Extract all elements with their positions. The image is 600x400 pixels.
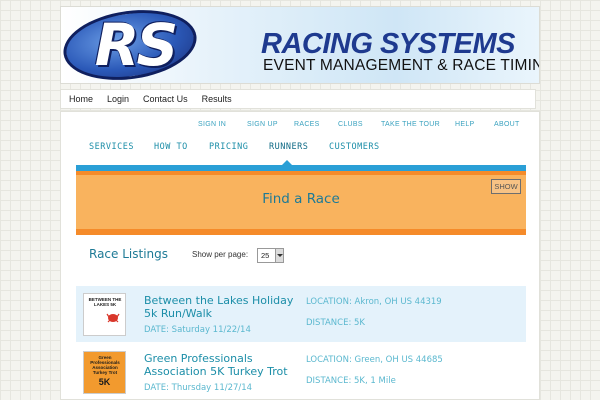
- listings-title: Race Listings: [89, 247, 169, 261]
- link-clubs[interactable]: CLUBS: [338, 121, 363, 128]
- race-date: DATE: Thursday 11/27/14: [144, 383, 253, 393]
- section-nav: SERVICES HOW TO PRICING RUNNERS CUSTOMER…: [61, 142, 539, 156]
- chevron-down-icon[interactable]: [275, 249, 283, 262]
- find-race-banner: Find a Race SHOW: [76, 165, 526, 235]
- tab-services[interactable]: SERVICES: [89, 142, 134, 152]
- tab-how-to[interactable]: HOW TO: [154, 142, 188, 152]
- site-banner[interactable]: RS RACING SYSTEMS EVENT MANAGEMENT & RAC…: [60, 6, 540, 84]
- per-page-select[interactable]: 25: [257, 248, 284, 263]
- brand-title: RACING SYSTEMS: [261, 28, 516, 60]
- nav-home[interactable]: Home: [69, 90, 93, 108]
- link-about[interactable]: ABOUT: [494, 121, 520, 128]
- race-location: LOCATION: Akron, OH US 44319: [306, 297, 442, 307]
- link-sign-up[interactable]: SIGN UP: [247, 121, 278, 128]
- content-panel: SIGN IN SIGN UP RACES CLUBS TAKE THE TOU…: [60, 111, 540, 400]
- thumb-text: BETWEEN THE LAKES 5K: [88, 297, 122, 307]
- race-name-link[interactable]: Between the Lakes Holiday 5k Run/Walk: [144, 294, 304, 320]
- race-name-link[interactable]: Green Professionals Association 5K Turke…: [144, 352, 304, 378]
- hero-title: Find a Race: [262, 191, 340, 207]
- per-page-value: 25: [261, 251, 270, 260]
- link-sign-in[interactable]: SIGN IN: [198, 121, 226, 128]
- crab-icon: [106, 313, 120, 323]
- nav-results[interactable]: Results: [202, 90, 232, 108]
- logo-letters: RS: [94, 11, 178, 79]
- main-nav: Home Login Contact Us Results: [60, 89, 536, 109]
- link-help[interactable]: HELP: [455, 121, 475, 128]
- race-row: BETWEEN THE LAKES 5K Between the Lakes H…: [76, 286, 526, 342]
- per-page-label: Show per page:: [192, 250, 249, 259]
- race-location: LOCATION: Green, OH US 44685: [306, 355, 443, 365]
- thumb-text: Green Professionals Association Turkey T…: [90, 355, 120, 375]
- thumb-big-text: 5K: [98, 377, 111, 387]
- utility-links: SIGN IN SIGN UP RACES CLUBS TAKE THE TOU…: [61, 121, 539, 133]
- link-races[interactable]: RACES: [294, 121, 320, 128]
- nav-login[interactable]: Login: [107, 90, 129, 108]
- tab-pricing[interactable]: PRICING: [209, 142, 248, 152]
- tab-customers[interactable]: CUSTOMERS: [329, 142, 380, 152]
- race-distance: DISTANCE: 5K: [306, 318, 366, 328]
- race-thumbnail[interactable]: Green Professionals Association Turkey T…: [83, 351, 126, 394]
- race-thumbnail[interactable]: BETWEEN THE LAKES 5K: [83, 293, 126, 336]
- race-date: DATE: Saturday 11/22/14: [144, 325, 251, 335]
- show-button[interactable]: SHOW: [491, 179, 521, 194]
- race-distance: DISTANCE: 5K, 1 Mile: [306, 376, 396, 386]
- nav-contact-us[interactable]: Contact Us: [143, 90, 188, 108]
- link-take-the-tour[interactable]: TAKE THE TOUR: [381, 121, 440, 128]
- brand-tagline: EVENT MANAGEMENT & RACE TIMING: [263, 57, 540, 74]
- race-row: Green Professionals Association Turkey T…: [76, 344, 526, 400]
- tab-runners[interactable]: RUNNERS: [269, 142, 308, 152]
